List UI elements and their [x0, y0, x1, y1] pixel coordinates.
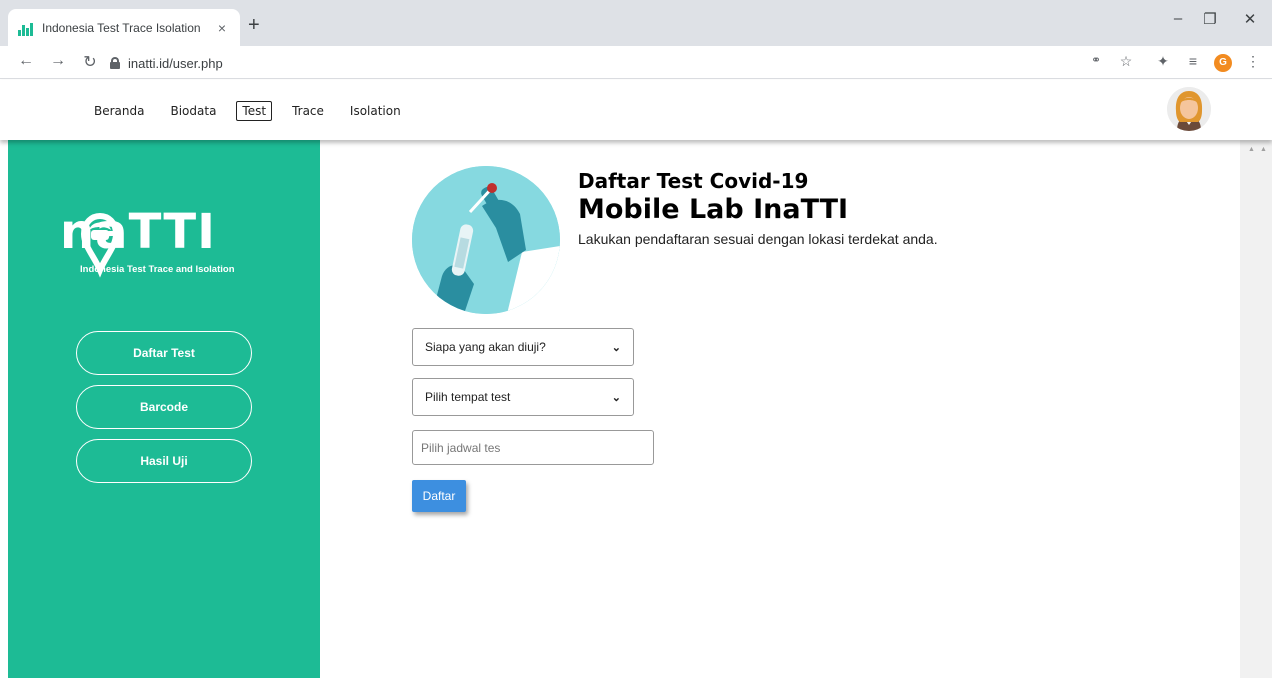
user-avatar[interactable] [1167, 87, 1211, 131]
nav-item-biodata[interactable]: Biodata [164, 101, 222, 121]
extensions-puzzle-icon[interactable]: ✦ [1154, 53, 1172, 70]
close-window-button[interactable]: ✕ [1240, 10, 1260, 28]
logo-subtitle: Indonesia Test Trace and Isolation [80, 264, 235, 275]
back-arrow-icon[interactable]: ← [16, 52, 36, 70]
new-tab-button[interactable]: + [248, 15, 260, 35]
schedule-input[interactable] [412, 430, 654, 465]
daftar-submit-button[interactable]: Daftar [412, 480, 466, 512]
browser-tabstrip: Indonesia Test Trace Isolation × + – ❐ ✕ [0, 0, 1272, 46]
person-select-value: Siapa yang akan diuji? [425, 340, 546, 354]
logo-wordmark: naTTI [60, 204, 217, 260]
browser-toolbar: ← → ↻ inatti.id/user.php [0, 46, 1272, 79]
bookmark-star-icon[interactable]: ☆ [1117, 53, 1135, 70]
location-select-value: Pilih tempat test [425, 390, 511, 404]
page-heading: Mobile Lab InaTTI [578, 194, 849, 225]
more-menu-icon[interactable]: ⋮ [1244, 53, 1262, 70]
key-icon[interactable]: ⚭ [1087, 53, 1105, 67]
site-favicon-icon [18, 20, 34, 36]
tab-title: Indonesia Test Trace Isolation [42, 20, 201, 35]
scroll-up-icon[interactable]: ▲ [1260, 146, 1267, 153]
lock-icon [110, 57, 120, 69]
hasil-uji-button[interactable]: Hasil Uji [76, 439, 252, 483]
restore-button[interactable]: ❐ [1200, 10, 1220, 28]
profile-avatar[interactable]: G [1214, 54, 1232, 72]
reading-list-icon[interactable]: ≡ [1184, 53, 1202, 69]
swab-test-icon [412, 166, 560, 314]
nav-item-trace[interactable]: Trace [286, 101, 330, 121]
browser-tab[interactable]: Indonesia Test Trace Isolation × [8, 9, 240, 46]
barcode-button[interactable]: Barcode [76, 385, 252, 429]
user-avatar-icon [1167, 87, 1211, 131]
main-menu: Beranda Biodata Test Trace Isolation [88, 101, 421, 121]
page-subtitle: Lakukan pendaftaran sesuai dengan lokasi… [578, 231, 938, 247]
person-select[interactable]: Siapa yang akan diuji? ⌄ [412, 328, 634, 366]
forward-arrow-icon[interactable]: → [48, 52, 68, 70]
reload-icon[interactable]: ↻ [80, 52, 100, 72]
chevron-down-icon: ⌄ [611, 341, 621, 354]
url-text: inatti.id/user.php [128, 55, 223, 71]
scroll-up-icon[interactable]: ▲ [1248, 146, 1255, 153]
covid-test-illustration [412, 166, 560, 314]
nav-item-isolation[interactable]: Isolation [344, 101, 407, 121]
site-navbar: Beranda Biodata Test Trace Isolation [0, 80, 1272, 140]
nav-item-beranda[interactable]: Beranda [88, 101, 150, 121]
nav-item-test[interactable]: Test [236, 101, 273, 121]
minimize-button[interactable]: – [1168, 10, 1188, 27]
tab-close-icon[interactable]: × [214, 20, 230, 36]
page-scrollbar[interactable]: ▲ ▲ [1240, 140, 1272, 678]
daftar-test-button[interactable]: Daftar Test [76, 331, 252, 375]
sidebar: naTTI Indonesia Test Trace and Isolation… [8, 140, 320, 678]
page-title: Daftar Test Covid-19 [578, 169, 809, 193]
test-location-select[interactable]: Pilih tempat test ⌄ [412, 378, 634, 416]
chevron-down-icon: ⌄ [611, 391, 621, 404]
